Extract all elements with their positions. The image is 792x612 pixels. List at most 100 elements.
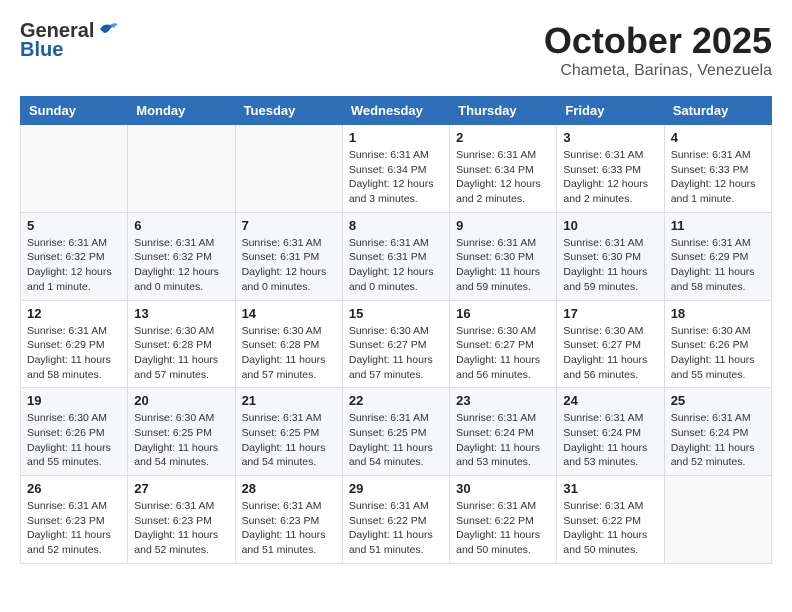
calendar-cell: 7 Sunrise: 6:31 AM Sunset: 6:31 PM Daylig… xyxy=(235,212,342,300)
calendar-cell: 30 Sunrise: 6:31 AM Sunset: 6:22 PM Dayli… xyxy=(450,476,557,564)
calendar-cell: 6Sunrise: 6:31 AM Sunset: 6:32 PM Daylig… xyxy=(128,212,235,300)
day-number: 18 xyxy=(671,306,765,321)
day-info: Sunrise: 6:31 AM Sunset: 6:22 PM Dayligh… xyxy=(349,499,443,558)
calendar-cell: 28 Sunrise: 6:31 AM Sunset: 6:23 PM Dayli… xyxy=(235,476,342,564)
calendar-cell: 27 Sunrise: 6:31 AM Sunset: 6:23 PM Dayli… xyxy=(128,476,235,564)
day-info: Sunrise: 6:31 AM Sunset: 6:30 PM Dayligh… xyxy=(563,236,657,295)
calendar-week-row: 19 Sunrise: 6:30 AM Sunset: 6:26 PM Dayli… xyxy=(21,388,772,476)
day-info: Sunrise: 6:31 AM Sunset: 6:29 PM Dayligh… xyxy=(671,236,765,295)
weekday-header-row: SundayMondayTuesdayWednesdayThursdayFrid… xyxy=(21,97,772,125)
day-info: Sunrise: 6:30 AM Sunset: 6:27 PM Dayligh… xyxy=(456,324,550,383)
calendar-cell: 21 Sunrise: 6:31 AM Sunset: 6:25 PM Dayli… xyxy=(235,388,342,476)
calendar-cell: 17 Sunrise: 6:30 AM Sunset: 6:27 PM Dayli… xyxy=(557,300,664,388)
day-info: Sunrise: 6:31 AM Sunset: 6:32 PM Dayligh… xyxy=(134,236,228,295)
day-info: Sunrise: 6:30 AM Sunset: 6:27 PM Dayligh… xyxy=(349,324,443,383)
day-number: 11 xyxy=(671,218,765,233)
day-info: Sunrise: 6:31 AM Sunset: 6:31 PM Dayligh… xyxy=(349,236,443,295)
day-number: 21 xyxy=(242,393,336,408)
location-title: Chameta, Barinas, Venezuela xyxy=(544,62,772,80)
calendar-cell: 22 Sunrise: 6:31 AM Sunset: 6:25 PM Dayli… xyxy=(342,388,449,476)
day-number: 4 xyxy=(671,130,765,145)
calendar-week-row: 5 Sunrise: 6:31 AM Sunset: 6:32 PM Daylig… xyxy=(21,212,772,300)
day-number: 28 xyxy=(242,481,336,496)
logo: General Blue xyxy=(20,20,118,62)
calendar-cell: 19 Sunrise: 6:30 AM Sunset: 6:26 PM Dayli… xyxy=(21,388,128,476)
day-info: Sunrise: 6:30 AM Sunset: 6:28 PM Dayligh… xyxy=(242,324,336,383)
day-info: Sunrise: 6:30 AM Sunset: 6:27 PM Dayligh… xyxy=(563,324,657,383)
day-info: Sunrise: 6:31 AM Sunset: 6:34 PM Dayligh… xyxy=(456,148,550,207)
day-number: 22 xyxy=(349,393,443,408)
calendar-cell: 15 Sunrise: 6:30 AM Sunset: 6:27 PM Dayli… xyxy=(342,300,449,388)
day-info: Sunrise: 6:30 AM Sunset: 6:26 PM Dayligh… xyxy=(671,324,765,383)
weekday-header-friday: Friday xyxy=(557,97,664,125)
day-info: Sunrise: 6:30 AM Sunset: 6:28 PM Dayligh… xyxy=(134,324,228,383)
calendar-cell: 3 Sunrise: 6:31 AM Sunset: 6:33 PM Daylig… xyxy=(557,125,664,213)
calendar-cell: 13 Sunrise: 6:30 AM Sunset: 6:28 PM Dayli… xyxy=(128,300,235,388)
day-number: 27 xyxy=(134,481,228,496)
day-number: 3 xyxy=(563,130,657,145)
calendar-cell: 31 Sunrise: 6:31 AM Sunset: 6:22 PM Dayli… xyxy=(557,476,664,564)
page-header: General Blue October 2025 Chameta, Barin… xyxy=(20,20,772,80)
title-section: October 2025 Chameta, Barinas, Venezuela xyxy=(544,20,772,80)
day-number: 31 xyxy=(563,481,657,496)
day-info: Sunrise: 6:31 AM Sunset: 6:25 PM Dayligh… xyxy=(349,411,443,470)
weekday-header-thursday: Thursday xyxy=(450,97,557,125)
day-info: Sunrise: 6:31 AM Sunset: 6:33 PM Dayligh… xyxy=(563,148,657,207)
day-number: 10 xyxy=(563,218,657,233)
day-number: 25 xyxy=(671,393,765,408)
day-info: Sunrise: 6:31 AM Sunset: 6:24 PM Dayligh… xyxy=(563,411,657,470)
calendar-cell: 12Sunrise: 6:31 AM Sunset: 6:29 PM Dayli… xyxy=(21,300,128,388)
day-info: Sunrise: 6:31 AM Sunset: 6:30 PM Dayligh… xyxy=(456,236,550,295)
day-info: Sunrise: 6:31 AM Sunset: 6:23 PM Dayligh… xyxy=(242,499,336,558)
day-number: 19 xyxy=(27,393,121,408)
calendar-cell: 24Sunrise: 6:31 AM Sunset: 6:24 PM Dayli… xyxy=(557,388,664,476)
day-number: 30 xyxy=(456,481,550,496)
calendar-week-row: 26 Sunrise: 6:31 AM Sunset: 6:23 PM Dayli… xyxy=(21,476,772,564)
day-info: Sunrise: 6:31 AM Sunset: 6:25 PM Dayligh… xyxy=(242,411,336,470)
calendar-cell: 29 Sunrise: 6:31 AM Sunset: 6:22 PM Dayli… xyxy=(342,476,449,564)
calendar-cell: 26 Sunrise: 6:31 AM Sunset: 6:23 PM Dayli… xyxy=(21,476,128,564)
weekday-header-sunday: Sunday xyxy=(21,97,128,125)
day-info: Sunrise: 6:31 AM Sunset: 6:22 PM Dayligh… xyxy=(456,499,550,558)
day-info: Sunrise: 6:31 AM Sunset: 6:22 PM Dayligh… xyxy=(563,499,657,558)
calendar-cell: 20Sunrise: 6:30 AM Sunset: 6:25 PM Dayli… xyxy=(128,388,235,476)
day-number: 16 xyxy=(456,306,550,321)
logo-bird-icon xyxy=(96,21,118,39)
logo-blue-text: Blue xyxy=(20,39,63,62)
day-info: Sunrise: 6:31 AM Sunset: 6:23 PM Dayligh… xyxy=(134,499,228,558)
calendar-cell: 8Sunrise: 6:31 AM Sunset: 6:31 PM Daylig… xyxy=(342,212,449,300)
calendar-cell: 1 Sunrise: 6:31 AM Sunset: 6:34 PM Daylig… xyxy=(342,125,449,213)
day-number: 14 xyxy=(242,306,336,321)
day-info: Sunrise: 6:31 AM Sunset: 6:32 PM Dayligh… xyxy=(27,236,121,295)
day-number: 7 xyxy=(242,218,336,233)
calendar-cell: 16 Sunrise: 6:30 AM Sunset: 6:27 PM Dayli… xyxy=(450,300,557,388)
weekday-header-saturday: Saturday xyxy=(664,97,771,125)
day-info: Sunrise: 6:31 AM Sunset: 6:29 PM Dayligh… xyxy=(27,324,121,383)
calendar-cell: 4 Sunrise: 6:31 AM Sunset: 6:33 PM Daylig… xyxy=(664,125,771,213)
calendar-cell: 5 Sunrise: 6:31 AM Sunset: 6:32 PM Daylig… xyxy=(21,212,128,300)
day-number: 26 xyxy=(27,481,121,496)
calendar-cell: 18 Sunrise: 6:30 AM Sunset: 6:26 PM Dayli… xyxy=(664,300,771,388)
day-number: 9 xyxy=(456,218,550,233)
day-number: 15 xyxy=(349,306,443,321)
day-info: Sunrise: 6:31 AM Sunset: 6:33 PM Dayligh… xyxy=(671,148,765,207)
day-number: 1 xyxy=(349,130,443,145)
day-number: 13 xyxy=(134,306,228,321)
day-info: Sunrise: 6:31 AM Sunset: 6:31 PM Dayligh… xyxy=(242,236,336,295)
day-number: 17 xyxy=(563,306,657,321)
calendar-cell: 14 Sunrise: 6:30 AM Sunset: 6:28 PM Dayli… xyxy=(235,300,342,388)
day-number: 5 xyxy=(27,218,121,233)
calendar-cell xyxy=(235,125,342,213)
day-number: 2 xyxy=(456,130,550,145)
day-info: Sunrise: 6:31 AM Sunset: 6:24 PM Dayligh… xyxy=(671,411,765,470)
calendar-table: SundayMondayTuesdayWednesdayThursdayFrid… xyxy=(20,96,772,564)
calendar-cell: 23Sunrise: 6:31 AM Sunset: 6:24 PM Dayli… xyxy=(450,388,557,476)
day-info: Sunrise: 6:31 AM Sunset: 6:23 PM Dayligh… xyxy=(27,499,121,558)
calendar-week-row: 12Sunrise: 6:31 AM Sunset: 6:29 PM Dayli… xyxy=(21,300,772,388)
day-info: Sunrise: 6:31 AM Sunset: 6:34 PM Dayligh… xyxy=(349,148,443,207)
day-info: Sunrise: 6:30 AM Sunset: 6:25 PM Dayligh… xyxy=(134,411,228,470)
day-info: Sunrise: 6:30 AM Sunset: 6:26 PM Dayligh… xyxy=(27,411,121,470)
calendar-cell: 10 Sunrise: 6:31 AM Sunset: 6:30 PM Dayli… xyxy=(557,212,664,300)
day-number: 29 xyxy=(349,481,443,496)
calendar-week-row: 1 Sunrise: 6:31 AM Sunset: 6:34 PM Daylig… xyxy=(21,125,772,213)
